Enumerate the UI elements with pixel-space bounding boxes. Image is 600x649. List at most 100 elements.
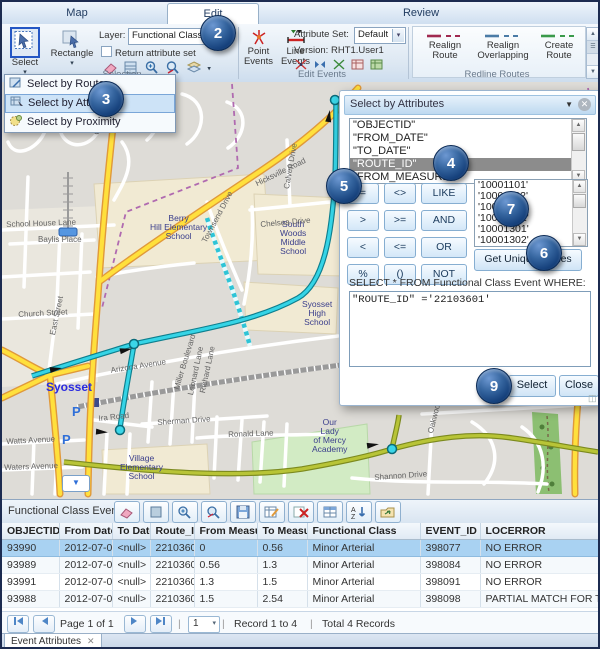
next-page-icon (130, 616, 140, 626)
last-page-icon (155, 616, 167, 626)
ribbon-tabbar: Map Edit Review (2, 2, 598, 25)
tab-review[interactable]: Review (377, 4, 465, 23)
attribute-set-combobox[interactable]: Default▾ (354, 27, 406, 44)
save-button[interactable] (230, 501, 256, 523)
layers-icon[interactable] (186, 60, 202, 75)
field-item[interactable]: "OBJECTID" (350, 119, 572, 132)
column-header-from-date[interactable]: From Date (59, 523, 112, 540)
table-pager: Page 1 of 1 | 1▾ | Record 1 to 4 | Total… (2, 611, 598, 634)
tab-event-attributes[interactable]: Event Attributes✕ (4, 634, 102, 649)
column-header-route_id[interactable]: Route_ID (150, 523, 194, 540)
values-list[interactable]: '10001101''10001102''10001103''10001201'… (474, 179, 588, 247)
table-icon (321, 505, 339, 519)
column-header-from-measure[interactable]: From Measure (194, 523, 257, 540)
tab-map[interactable]: Map (42, 4, 112, 23)
resize-grip[interactable]: ◫ (588, 393, 598, 403)
delete-icon (292, 505, 310, 519)
fields-scrollbar[interactable]: ▲ ▼ (571, 119, 586, 183)
pan-to-selected-button[interactable] (201, 501, 227, 523)
operator-button-LIKE[interactable]: LIKE (421, 183, 467, 204)
table-row[interactable]: 939902012-07-05<null>2210360100.56Minor … (2, 540, 600, 557)
zoom-to-selected-button[interactable] (172, 501, 198, 523)
zoom-selected-icon (176, 505, 194, 519)
column-header-objectid[interactable]: OBJECTID (2, 523, 59, 540)
scroll-down-icon[interactable]: ▼ (587, 65, 599, 78)
scroll-down-icon: ▼ (573, 233, 586, 246)
scroll-up-icon[interactable]: ▲ (587, 28, 599, 41)
rectangle-select-icon (61, 29, 83, 49)
operator-button-<>[interactable]: <> (384, 183, 416, 204)
edit-events-group-label: Edit Events (262, 69, 382, 80)
table-row[interactable]: 939912012-07-05<null>221036011.31.5Minor… (2, 574, 600, 591)
redline-realign-route-button[interactable]: Realign Route (420, 31, 470, 62)
values-scrollbar[interactable]: ▲ ▼ (572, 180, 587, 246)
record-range-text: Record 1 to 4 (234, 618, 297, 630)
total-records-text: Total 4 Records (322, 618, 395, 630)
operator-button-AND[interactable]: AND (421, 210, 467, 231)
table-row[interactable]: 939892012-07-05<null>221036010.561.3Mino… (2, 557, 600, 574)
map-dropdown-marker[interactable]: ▼ (62, 475, 90, 492)
scroll-thumb[interactable]: ☰ (587, 41, 599, 54)
scroll-thumb (573, 194, 586, 208)
attribute-set-label: Attribute Set: (294, 29, 349, 40)
column-options-button[interactable] (317, 501, 343, 523)
return-attribute-set-checkbox[interactable]: Return attribute set (101, 46, 196, 59)
last-page-button[interactable] (150, 615, 172, 633)
operator-button->=[interactable]: >= (384, 210, 416, 231)
prev-page-button[interactable] (33, 615, 55, 633)
select-records-button[interactable] (143, 501, 169, 523)
chevron-down-icon[interactable]: ▼ (565, 96, 573, 113)
select-button[interactable]: Select ▾ (6, 27, 44, 76)
select-cursor-icon (10, 27, 40, 58)
open-window-button[interactable] (375, 501, 401, 523)
svg-text:A: A (351, 507, 356, 514)
attribute-table: OBJECTIDFrom DateTo DateRoute_IDFrom Mea… (2, 523, 600, 608)
chevron-down-icon[interactable]: ▾ (207, 65, 211, 72)
column-header-functional-class[interactable]: Functional Class (307, 523, 420, 540)
first-page-button[interactable] (7, 615, 29, 633)
close-icon[interactable]: ✕ (87, 636, 95, 646)
save-icon (234, 505, 252, 519)
callout-3: 3 (88, 81, 124, 117)
operator-button-OR[interactable]: OR (421, 237, 467, 258)
table-row[interactable]: 939882012-07-05<null>221036011.52.54Mino… (2, 591, 600, 608)
select-query-button[interactable]: Select (508, 375, 556, 397)
column-header-to-date[interactable]: To Date (112, 523, 150, 540)
fields-list[interactable]: "OBJECTID""FROM_DATE""TO_DATE""ROUTE_ID"… (349, 118, 587, 184)
redline-realign-overlapping-button[interactable]: Realign Overlapping (472, 31, 534, 62)
first-page-icon (12, 616, 24, 626)
table-toolbar: Functional Class Event AZ (2, 500, 598, 524)
chevron-down-icon: ▾ (70, 59, 74, 67)
column-header-locerror[interactable]: LOCERROR (480, 523, 600, 540)
point-events-button[interactable]: Point Events (241, 28, 276, 68)
chevron-down-icon: ▾ (392, 29, 404, 42)
ribbon-scrollbar[interactable]: ▲ ☰ ▼ (586, 27, 600, 79)
operator-button-<=[interactable]: <= (384, 237, 416, 258)
sort-button[interactable]: AZ (346, 501, 372, 523)
where-clause-input[interactable]: "ROUTE_ID" ='22103601' (349, 291, 591, 367)
redline-create-route-button[interactable]: Create Route (536, 31, 582, 62)
field-item[interactable]: "FROM_DATE" (350, 132, 572, 145)
callout-7: 7 (493, 191, 529, 227)
menu-item-select-by-proximity[interactable]: Select by Proximity (5, 113, 175, 132)
layer-label: Layer: (99, 30, 125, 41)
delete-record-button[interactable] (288, 501, 314, 523)
clear-selection-button[interactable] (114, 501, 140, 523)
column-header-event_id[interactable]: EVENT_ID (420, 523, 480, 540)
svg-text:Z: Z (351, 514, 356, 519)
edit-attributes-button[interactable] (259, 501, 285, 523)
bottom-tabbar: Event Attributes✕ (2, 633, 598, 649)
attribute-table-panel: Functional Class Event AZ OBJECTIDFrom D… (2, 499, 598, 648)
page-select[interactable]: 1▾ (188, 616, 220, 633)
new-window-icon (379, 505, 397, 519)
dialog-header[interactable]: Select by Attributes ▼ ✕ (344, 95, 596, 115)
callout-5: 5 (326, 168, 362, 204)
next-page-button[interactable] (124, 615, 146, 633)
close-icon[interactable]: ✕ (578, 98, 591, 111)
column-header-to-measure[interactable]: To Measure (257, 523, 307, 540)
callout-9: 9 (476, 368, 512, 404)
operator-button->[interactable]: > (347, 210, 379, 231)
operator-button-<[interactable]: < (347, 237, 379, 258)
rectangle-button[interactable]: Rectangle ▾ (48, 29, 96, 67)
scroll-up-icon: ▲ (572, 119, 585, 132)
